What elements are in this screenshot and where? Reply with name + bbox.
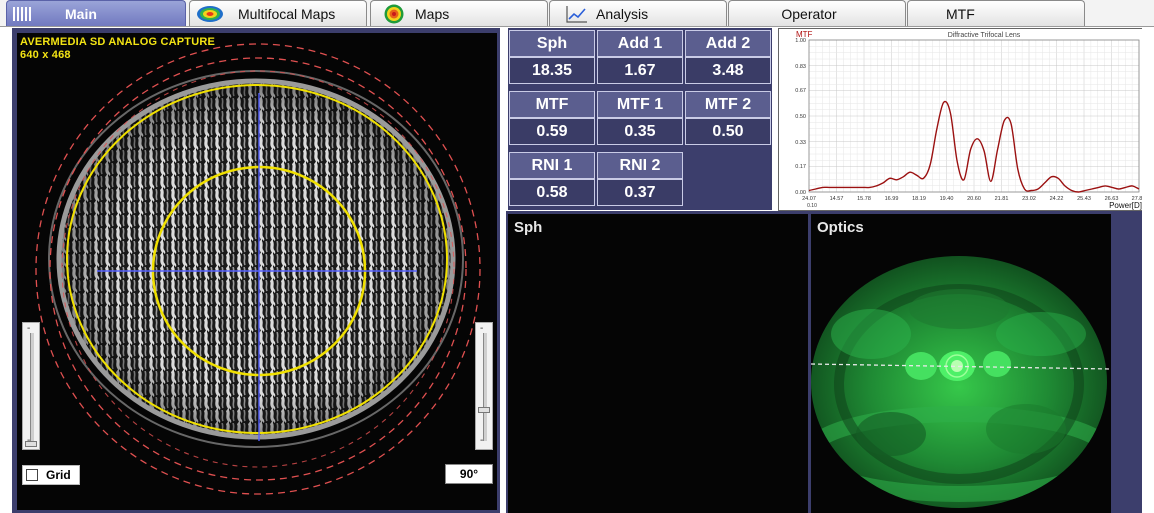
tab-maps[interactable]: Maps (370, 0, 548, 26)
tab-multifocal-maps-label: Multifocal Maps (238, 5, 336, 22)
angle-field[interactable]: 90° (445, 464, 493, 484)
x-tick-label: 19.40 (940, 196, 954, 202)
x-tick-label: 24.07 (802, 196, 816, 202)
barcode-icon (13, 6, 31, 21)
x-tick-label: 14.57 (830, 196, 844, 202)
x-tick-label: 20.60 (967, 196, 981, 202)
stat-header-mtf1: MTF 1 (597, 91, 683, 118)
tab-operator-label: Operator (781, 5, 837, 22)
stat-header-add1: Add 1 (597, 30, 683, 57)
mtf-chart: 1.00 0.83 0.67 0.50 0.33 0.17 0.00 24.07 14.57 1… (778, 28, 1146, 211)
x-tick-label: 16.99 (885, 196, 899, 202)
stat-value-sph: 18.35 (509, 57, 595, 84)
tab-bar: Main Multifocal Maps Maps Analysis Opera… (0, 0, 1154, 27)
tab-mtf[interactable]: MTF (907, 0, 1085, 26)
y-tick-label: 0.50 (795, 114, 806, 120)
capture-resolution-label: 640 x 468 (20, 49, 71, 61)
tab-mtf-label: MTF (946, 5, 975, 22)
stat-header-rni2: RNI 2 (597, 152, 683, 179)
slider-track (30, 333, 34, 441)
stat-header-rni1: RNI 1 (509, 152, 595, 179)
capture-device-label: AVERMEDIA SD ANALOG CAPTURE (20, 36, 216, 48)
live-video-view[interactable]: AVERMEDIA SD ANALOG CAPTURE 640 x 468 (17, 33, 497, 510)
tab-main-label: Main (65, 5, 97, 22)
y-tick-label: 0.67 (795, 88, 806, 94)
mtf-chart-svg: 1.000.830.670.500.330.170.00 24.07 14.57 1… (795, 30, 1142, 210)
tab-main[interactable]: Main (6, 0, 186, 26)
target-map-icon (384, 4, 404, 23)
tab-analysis[interactable]: Analysis (549, 0, 727, 26)
optics-map-panel[interactable]: Optics (811, 214, 1111, 513)
x-tick-label: 24.22 (1050, 196, 1064, 202)
chart-x-extra-tick: 0.10 (807, 203, 817, 209)
stat-header-mtf: MTF (509, 91, 595, 118)
stat-value-rni2: 0.37 (597, 179, 683, 206)
x-tick-label: 18.19 (912, 196, 926, 202)
x-tick-label: 21.81 (995, 196, 1009, 202)
y-tick-label: 0.17 (795, 164, 806, 170)
stat-value-rni1: 0.58 (509, 179, 595, 206)
tab-operator[interactable]: Operator (728, 0, 906, 26)
x-tick-label: 25.43 (1077, 196, 1091, 202)
slider-track (483, 333, 487, 441)
x-tick-label: 23.02 (1022, 196, 1036, 202)
lens-interferogram (35, 43, 481, 495)
optics-map-image (811, 256, 1111, 508)
stat-value-mtf1: 0.35 (597, 118, 683, 145)
stat-value-mtf2: 0.50 (685, 118, 771, 145)
stat-header-add2: Add 2 (685, 30, 771, 57)
tab-maps-label: Maps (415, 5, 450, 22)
chart-title: Diffractive Trifocal Lens (948, 32, 1021, 39)
sph-panel-title: Sph (514, 219, 543, 236)
sph-map-panel[interactable]: Sph (508, 214, 808, 513)
multifocal-map-icon (197, 5, 223, 22)
tab-multifocal-maps[interactable]: Multifocal Maps (189, 0, 367, 26)
slider-thumb[interactable] (25, 441, 37, 447)
stat-value-mtf: 0.59 (509, 118, 595, 145)
y-tick-label: 0.33 (795, 140, 806, 146)
y-tick-label: 0.83 (795, 64, 806, 70)
stat-header-sph: Sph (509, 30, 595, 57)
optics-panel-title: Optics (817, 219, 864, 236)
right-focus-slider[interactable]: - - (475, 322, 493, 450)
right-edge-strip (1142, 28, 1154, 513)
grid-checkbox[interactable]: Grid (22, 465, 80, 485)
checkbox-box[interactable] (26, 469, 38, 481)
tab-analysis-label: Analysis (596, 5, 649, 22)
slider-thumb[interactable] (478, 407, 490, 413)
chart-xlabel: Power[D] (1109, 201, 1142, 210)
chart-analysis-icon (566, 5, 587, 23)
chart-ylabel: MTF (796, 30, 813, 39)
left-zoom-slider[interactable]: - - (22, 322, 40, 450)
stat-header-mtf2: MTF 2 (685, 91, 771, 118)
x-tick-label: 15.78 (857, 196, 871, 202)
stat-value-add1: 1.67 (597, 57, 683, 84)
slider-minus-bottom: - (480, 435, 484, 446)
grid-label: Grid (46, 468, 71, 482)
stat-value-add2: 3.48 (685, 57, 771, 84)
